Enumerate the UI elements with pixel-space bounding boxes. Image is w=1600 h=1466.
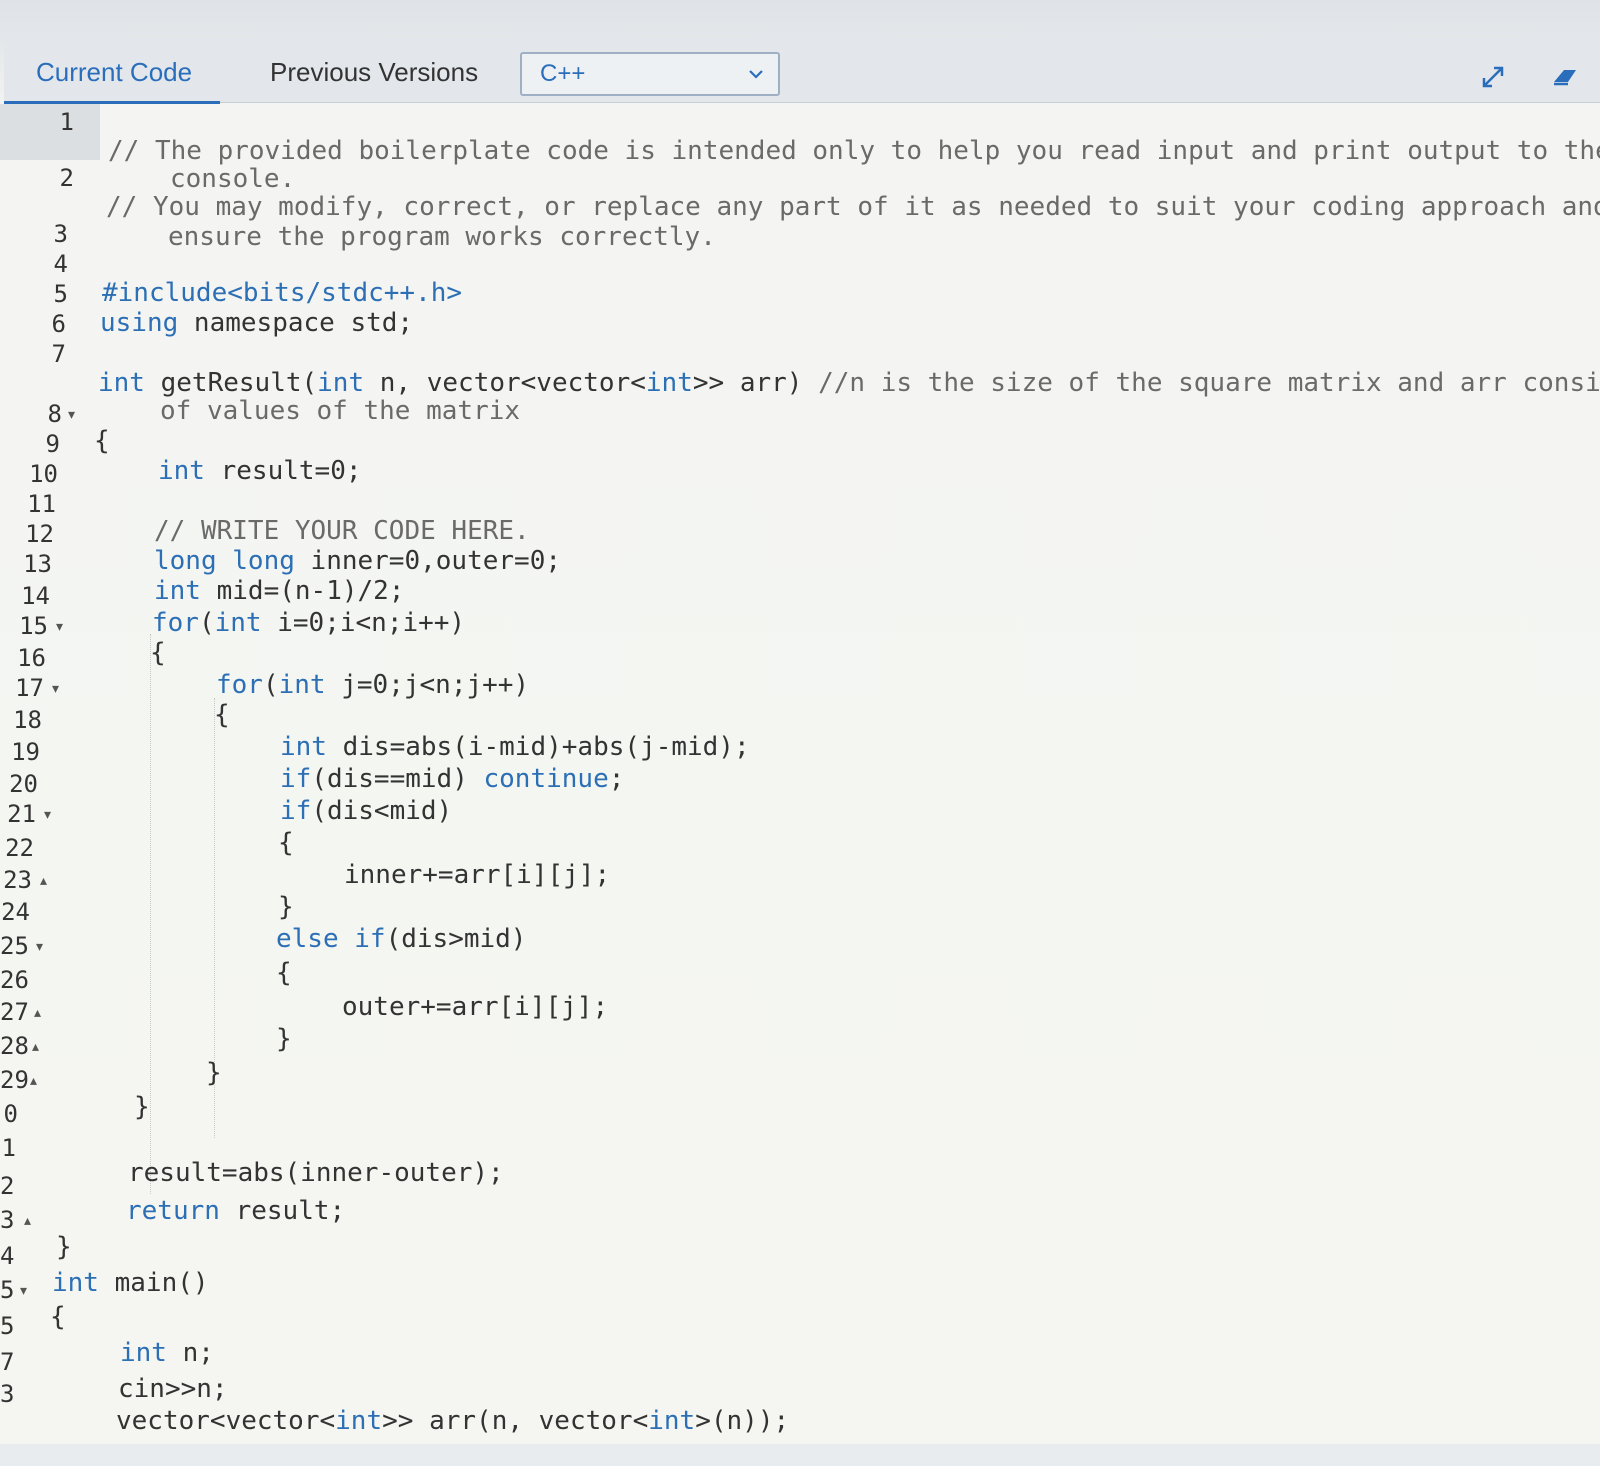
code-editor[interactable]: 1 2 3 4 5 6 7 8 ▾ 9 10 11 12 13 14 15 ▾ … [0, 104, 1600, 1444]
code-text: vector<vector< [116, 1406, 336, 1436]
tab-previous-versions[interactable]: Previous Versions [270, 52, 478, 92]
code-text: } [134, 1092, 150, 1122]
code-text: >(n)); [695, 1406, 790, 1436]
keyword: int [335, 1406, 383, 1436]
code-editor-window: Current Code Previous Versions C++ 1 2 3… [0, 0, 1600, 1444]
editor-tab-bar: Current Code Previous Versions C++ [3, 38, 1600, 104]
expand-icon[interactable] [1478, 62, 1508, 92]
keyword: int [158, 456, 205, 486]
language-select[interactable]: C++ [520, 52, 780, 96]
code-text: >> arr(n, vector< [382, 1406, 649, 1436]
keyword: using [100, 308, 179, 338]
language-select-value: C++ [540, 60, 586, 87]
code-text: namespace std; [178, 308, 414, 338]
code-line: vector<vector<int>> arr(n, vector<int>(n… [0, 1376, 1600, 1466]
code-text: result=0; [204, 456, 362, 486]
eraser-icon[interactable] [1550, 62, 1580, 92]
chevron-down-icon [749, 70, 763, 79]
tab-current-code[interactable]: Current Code [3, 52, 221, 104]
keyword: int [648, 1406, 696, 1436]
